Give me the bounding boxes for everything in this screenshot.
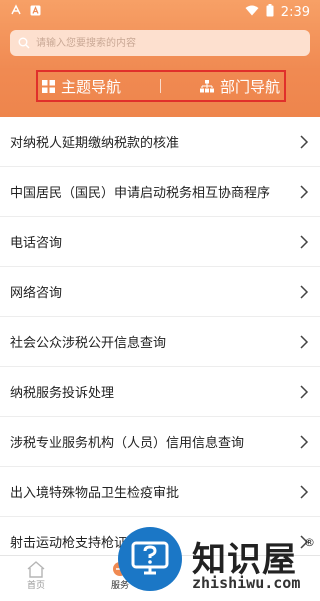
search-input[interactable] xyxy=(34,36,288,50)
list-item-label: 社会公众涉税公开信息查询 xyxy=(10,336,167,351)
watermark-registered-mark: ® xyxy=(304,536,315,549)
a-notification-icon xyxy=(30,5,41,19)
status-time: 2:39 xyxy=(280,4,310,20)
list-item-label: 电话咨询 xyxy=(10,236,63,251)
list-item[interactable]: 出入境特殊物品卫生检疫审批 xyxy=(0,467,320,517)
list-item-label: 网络咨询 xyxy=(10,286,63,301)
tab-department-navigation-label: 部门导航 xyxy=(219,77,280,96)
app-icon xyxy=(10,4,22,19)
wifi-icon xyxy=(245,5,259,19)
bottom-nav-home-label: 首页 xyxy=(26,581,45,591)
list-item[interactable]: 中国居民（国民）申请启动税务相互协商程序 xyxy=(0,167,320,217)
question-monitor-icon xyxy=(131,541,169,575)
chevron-right-icon xyxy=(300,134,309,149)
list-item[interactable]: 电话咨询 xyxy=(0,217,320,267)
tab-topic-navigation-label: 主题导航 xyxy=(61,77,122,96)
list-item-label: 涉税专业服务机构（人员）信用信息查询 xyxy=(10,436,245,451)
chevron-right-icon xyxy=(300,234,309,249)
grid-icon xyxy=(42,79,55,93)
status-bar: 2:39 xyxy=(0,0,320,24)
search-bar[interactable] xyxy=(10,30,310,56)
chevron-right-icon xyxy=(300,334,309,349)
home-icon xyxy=(27,561,45,578)
nav-divider xyxy=(160,79,161,93)
battery-icon xyxy=(266,4,274,20)
chevron-right-icon xyxy=(300,384,309,399)
nav-tabs-highlight: 主题导航 部门导航 xyxy=(36,70,286,102)
watermark-url: zhishiwu.com xyxy=(192,574,301,592)
list-item[interactable]: 涉税专业服务机构（人员）信用信息查询 xyxy=(0,417,320,467)
list-item[interactable]: 网络咨询 xyxy=(0,267,320,317)
bottom-nav-home[interactable]: 首页 xyxy=(26,560,46,591)
list-item[interactable]: 对纳税人延期缴纳税款的核准 xyxy=(0,117,320,167)
chevron-right-icon xyxy=(300,184,309,199)
watermark-logo xyxy=(118,527,182,591)
chevron-right-icon xyxy=(300,434,309,449)
list-item-label: 纳税服务投诉处理 xyxy=(10,386,115,401)
org-chart-icon xyxy=(199,79,214,93)
header: 2:39 主题导航 部门导航 xyxy=(0,0,320,117)
list-item[interactable]: 社会公众涉税公开信息查询 xyxy=(0,317,320,367)
tab-department-navigation[interactable]: 部门导航 xyxy=(199,76,280,97)
chevron-right-icon xyxy=(300,484,309,499)
list-item[interactable]: 纳税服务投诉处理 xyxy=(0,367,320,417)
tab-topic-navigation[interactable]: 主题导航 xyxy=(42,76,121,97)
search-icon xyxy=(18,37,30,49)
chevron-right-icon xyxy=(300,284,309,299)
list-item-label: 对纳税人延期缴纳税款的核准 xyxy=(10,136,180,151)
service-list: 对纳税人延期缴纳税款的核准 中国居民（国民）申请启动税务相互协商程序 电话咨询 … xyxy=(0,117,320,567)
list-item-label: 出入境特殊物品卫生检疫审批 xyxy=(10,486,180,501)
list-item-label: 中国居民（国民）申请启动税务相互协商程序 xyxy=(10,186,271,201)
